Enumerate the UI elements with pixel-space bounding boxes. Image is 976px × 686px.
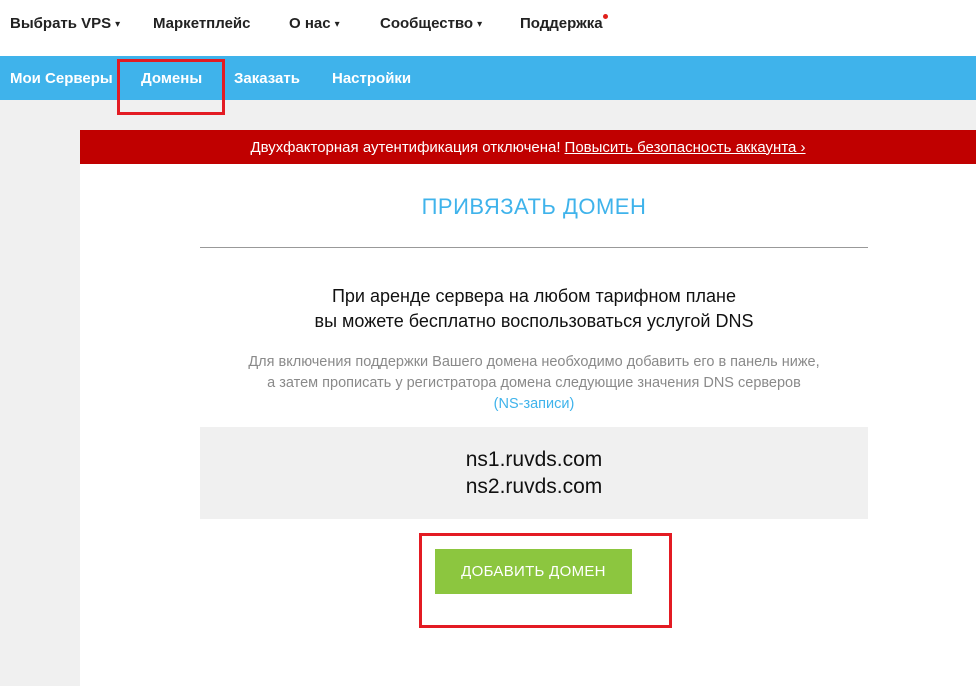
chevron-down-icon: ▾ [334,19,340,30]
nav-choose-vps[interactable]: Выбрать VPS ▾ [10,15,120,32]
account-subnav: Мои Серверы Домены Заказать Настройки [0,56,976,100]
domain-card: Двухфакторная аутентификация отключена! … [80,130,976,686]
dns-promo-text: При аренде сервера на любом тарифном пла… [80,284,976,334]
nameserver-2: ns2.ruvds.com [465,475,603,498]
two-factor-alert: Двухфакторная аутентификация отключена! … [80,130,976,164]
top-navigation: Выбрать VPS ▾ Маркетплейс О нас ▾ Сообщест… [0,0,976,56]
notification-dot-icon [603,14,608,19]
subnav-domains[interactable]: Домены [141,70,202,87]
nav-community-label: Сообщество [380,15,474,32]
improve-security-link[interactable]: Повысить безопасность аккаунта › [565,139,806,156]
subnav-settings[interactable]: Настройки [332,70,411,87]
chevron-down-icon: ▾ [115,19,121,30]
desc-line-2: а затем прописать у регистратора домена … [267,375,801,391]
alert-message: Двухфакторная аутентификация отключена! [250,138,561,156]
title-divider [200,247,868,248]
nav-support[interactable]: Поддержка [520,15,603,32]
nav-community[interactable]: Сообщество ▾ [380,15,482,32]
nav-choose-vps-label: Выбрать VPS [10,15,112,32]
nameserver-1: ns1.ruvds.com [465,448,603,471]
nav-marketplace-label: Маркетплейс [153,15,251,32]
nav-marketplace[interactable]: Маркетплейс [153,15,250,32]
ns-records-link[interactable]: (NS-записи) [494,396,575,412]
dns-instructions: Для включения поддержки Вашего домена не… [80,352,976,415]
promo-line-1: При аренде сервера на любом тарифном пла… [331,286,737,306]
subnav-my-servers[interactable]: Мои Серверы [10,70,113,87]
desc-line-1: Для включения поддержки Вашего домена не… [248,354,820,370]
chevron-down-icon: ▾ [477,19,483,30]
nav-about[interactable]: О нас ▾ [289,15,340,32]
left-gutter [0,100,80,686]
nav-support-label: Поддержка [520,15,603,32]
add-domain-button[interactable]: ДОБАВИТЬ ДОМЕН [435,549,632,594]
nameserver-box: ns1.ruvds.com ns2.ruvds.com [200,427,868,519]
promo-line-2: вы можете бесплатно воспользоваться услу… [314,311,754,331]
page-title: ПРИВЯЗАТЬ ДОМЕН [421,194,647,219]
nav-about-label: О нас [289,15,331,32]
subnav-order[interactable]: Заказать [234,70,300,87]
